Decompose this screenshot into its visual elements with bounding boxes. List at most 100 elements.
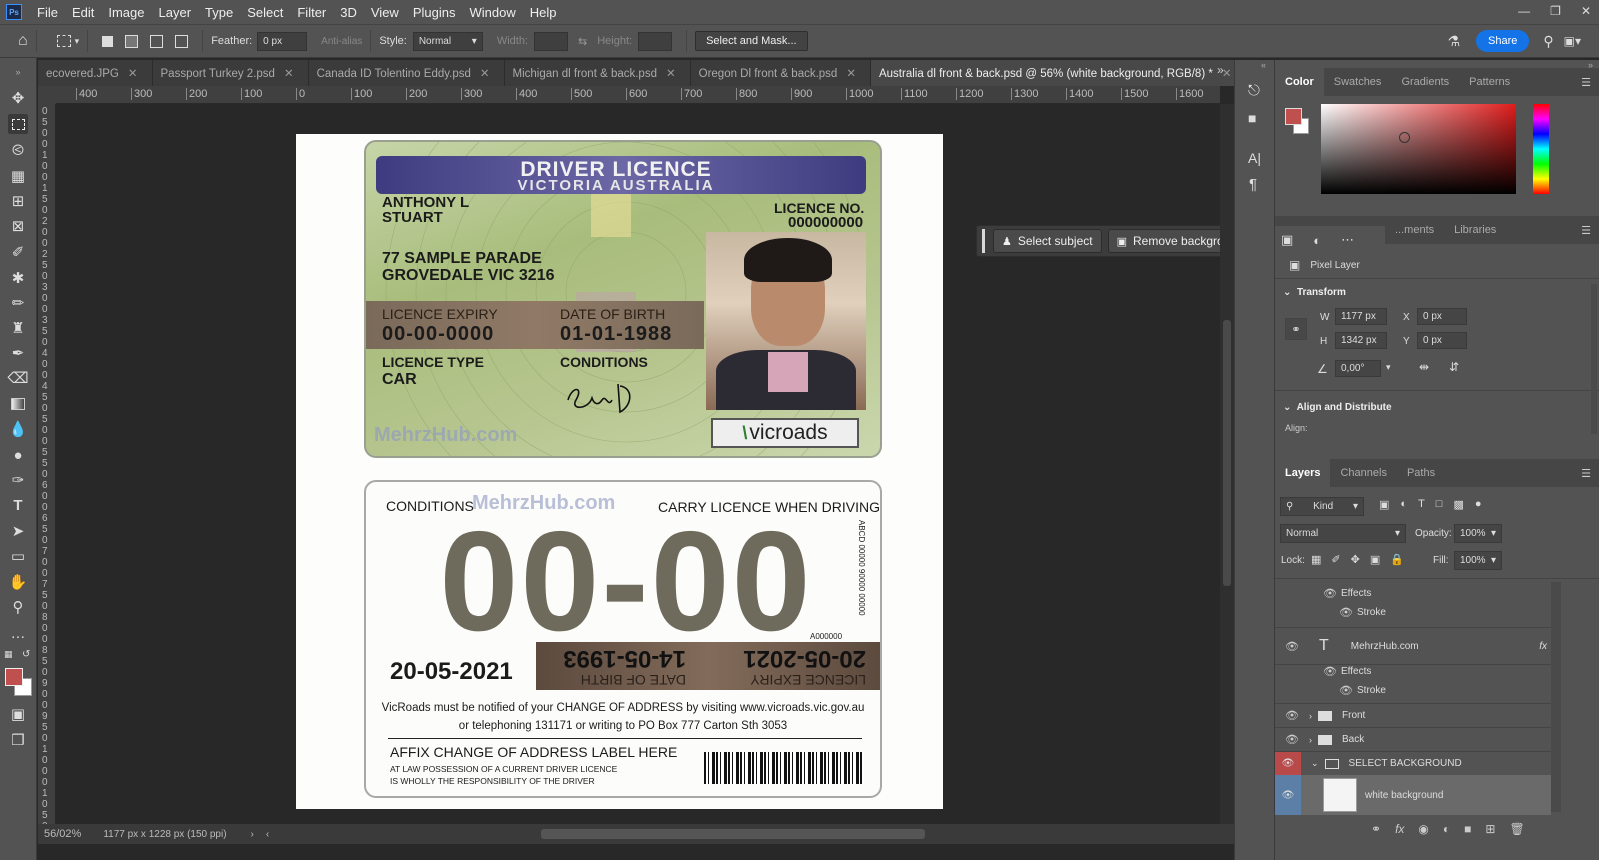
layer-effects-row[interactable]: 👁 Effects	[1275, 665, 1551, 678]
tab-channels[interactable]: Channels	[1330, 467, 1396, 479]
tab-patterns[interactable]: Patterns	[1459, 76, 1520, 88]
minimize-icon[interactable]: —	[1518, 4, 1530, 18]
close-icon[interactable]: ✕	[666, 68, 676, 80]
frame-tool-icon[interactable]: ⊠	[8, 216, 28, 236]
swap-icon[interactable]: ⇆	[578, 35, 587, 48]
menu-file[interactable]: File	[30, 5, 65, 20]
collapse-icon[interactable]: «	[1261, 60, 1266, 70]
paragraph-panel-icon[interactable]: ¶	[1249, 176, 1257, 193]
tab-oregon-dl[interactable]: Oregon Dl front & back.psd ✕	[691, 60, 871, 86]
home-icon[interactable]: ⌂	[18, 32, 28, 50]
layers-scrollbar[interactable]	[1551, 582, 1561, 812]
transform-section[interactable]: ⌄ Transform	[1283, 287, 1346, 298]
eye-icon[interactable]: 👁	[1275, 775, 1301, 815]
object-select-tool-icon[interactable]: ▦	[8, 166, 28, 186]
marquee-preset-icon[interactable]	[56, 35, 71, 47]
comments-panel-icon[interactable]: ■	[1248, 110, 1256, 126]
tab-swatches[interactable]: Swatches	[1324, 76, 1392, 88]
close-icon[interactable]: ✕	[284, 68, 294, 80]
menu-plugins[interactable]: Plugins	[406, 5, 463, 20]
fill-field[interactable]: 100% ▾	[1454, 551, 1502, 570]
menu-window[interactable]: Window	[462, 5, 522, 20]
add-selection-icon[interactable]	[125, 34, 139, 48]
eye-icon[interactable]: 👁	[1275, 751, 1301, 776]
menu-select[interactable]: Select	[240, 5, 290, 20]
link-icon[interactable]: ⚭	[1285, 318, 1307, 340]
height-input[interactable]	[638, 31, 673, 51]
hue-slider[interactable]	[1533, 104, 1549, 194]
chevron-right-icon[interactable]: ›	[1309, 735, 1312, 745]
kind-filter[interactable]: ⚲ Kind ▾	[1280, 497, 1364, 516]
tab-passport-turkey[interactable]: Passport Turkey 2.psd ✕	[153, 60, 309, 86]
opacity-field[interactable]: 100% ▾	[1454, 524, 1502, 543]
hand-tool-icon[interactable]: ✋	[8, 572, 28, 592]
layer-group-select-background[interactable]: 👁 ⌄ SELECT BACKGROUND	[1275, 751, 1551, 776]
eye-icon[interactable]: 👁	[1323, 665, 1337, 678]
tab-australia-dl[interactable]: Australia dl front & back.psd @ 56% (whi…	[870, 60, 1247, 86]
flip-vertical-icon[interactable]: ⇵	[1449, 360, 1459, 374]
link-layers-icon[interactable]: ⚭	[1371, 822, 1381, 836]
panel-menu-icon[interactable]: ☰	[1581, 467, 1591, 480]
menu-layer[interactable]: Layer	[152, 5, 199, 20]
horizontal-scroll-thumb[interactable]	[541, 829, 926, 839]
flask-icon[interactable]: ⚗	[1447, 33, 1460, 50]
screen-mode-icon[interactable]: ❒	[8, 730, 28, 750]
quick-mask-icon[interactable]: ▣	[8, 704, 28, 724]
pen-tool-icon[interactable]: ✑	[8, 470, 28, 490]
eye-icon[interactable]: 👁	[1339, 606, 1353, 619]
eraser-tool-icon[interactable]: ⌫	[7, 368, 28, 388]
filter-type-icon[interactable]: T	[1418, 498, 1425, 511]
tab-recovered[interactable]: ecovered.JPG ✕	[38, 60, 153, 86]
color-picker-cursor[interactable]	[1399, 132, 1410, 143]
scroll-thumb[interactable]	[1223, 320, 1231, 586]
marquee-tool-icon[interactable]	[8, 114, 28, 134]
rectangle-tool-icon[interactable]: ▭	[8, 546, 28, 566]
filter-adjustment-icon[interactable]: ◐	[1400, 498, 1407, 511]
tab-libraries[interactable]: Libraries	[1444, 224, 1506, 236]
props-scrollbar[interactable]	[1591, 284, 1597, 434]
filter-shape-icon[interactable]: □	[1436, 498, 1443, 511]
tab-adjustments[interactable]: ...ments	[1385, 224, 1444, 236]
collapse-icon[interactable]: »	[8, 62, 28, 82]
eye-icon[interactable]: 👁	[1285, 733, 1299, 746]
close-icon[interactable]: ✕	[480, 68, 490, 80]
menu-help[interactable]: Help	[523, 5, 564, 20]
healing-tool-icon[interactable]: ✱	[8, 268, 28, 288]
share-button[interactable]: Share	[1476, 30, 1530, 52]
mask-icon[interactable]: ◐	[1313, 233, 1321, 248]
character-panel-icon[interactable]: A|	[1248, 150, 1261, 166]
search-icon[interactable]: ⚲	[1543, 33, 1553, 50]
transform-icon[interactable]: ▣	[1281, 232, 1293, 248]
fg-color-chip[interactable]	[1285, 108, 1302, 125]
lock-position-icon[interactable]: ✥	[1351, 553, 1360, 566]
menu-edit[interactable]: Edit	[65, 5, 101, 20]
layer-effects-row[interactable]: 👁 Effects	[1275, 587, 1551, 600]
close-icon[interactable]: ✕	[128, 68, 138, 80]
height-field[interactable]: 1342 px	[1335, 332, 1387, 349]
layer-white-background[interactable]: 👁 white background	[1275, 775, 1551, 815]
style-select[interactable]: Normal ▾	[412, 31, 483, 51]
more-icon[interactable]: ⋯	[1341, 232, 1354, 248]
angle-field[interactable]: 0,00°	[1335, 360, 1381, 377]
antialias-checkbox[interactable]: Anti-alias	[321, 36, 362, 47]
lock-transparent-icon[interactable]: ▦	[1311, 553, 1321, 566]
crop-tool-icon[interactable]: ⊞	[8, 191, 28, 211]
zoom-level[interactable]: 56/02%	[44, 828, 81, 840]
fx-icon[interactable]: fx	[1395, 822, 1404, 836]
dodge-tool-icon[interactable]: ●	[8, 445, 28, 465]
chevron-down-icon[interactable]: ▾	[75, 36, 80, 47]
chevron-right-icon[interactable]: ›	[251, 829, 254, 840]
layer-stroke-row[interactable]: 👁 Stroke	[1275, 606, 1551, 619]
layer-group-front[interactable]: 👁 › Front	[1275, 703, 1551, 727]
fx-icon[interactable]: fx	[1539, 641, 1547, 652]
width-field[interactable]: 1177 px	[1335, 308, 1387, 325]
new-layer-icon[interactable]: ⊞	[1485, 822, 1495, 836]
tab-paths[interactable]: Paths	[1397, 467, 1445, 479]
swap-colors-icon[interactable]: ↺	[22, 649, 30, 660]
add-mask-icon[interactable]: ◉	[1418, 822, 1428, 836]
width-input[interactable]	[534, 31, 569, 51]
workspace-icon[interactable]: ▣▾	[1564, 34, 1581, 48]
x-field[interactable]: 0 px	[1417, 308, 1467, 325]
brush-tool-icon[interactable]: ✏	[8, 293, 28, 313]
panel-menu-icon[interactable]: ☰	[1581, 224, 1591, 237]
